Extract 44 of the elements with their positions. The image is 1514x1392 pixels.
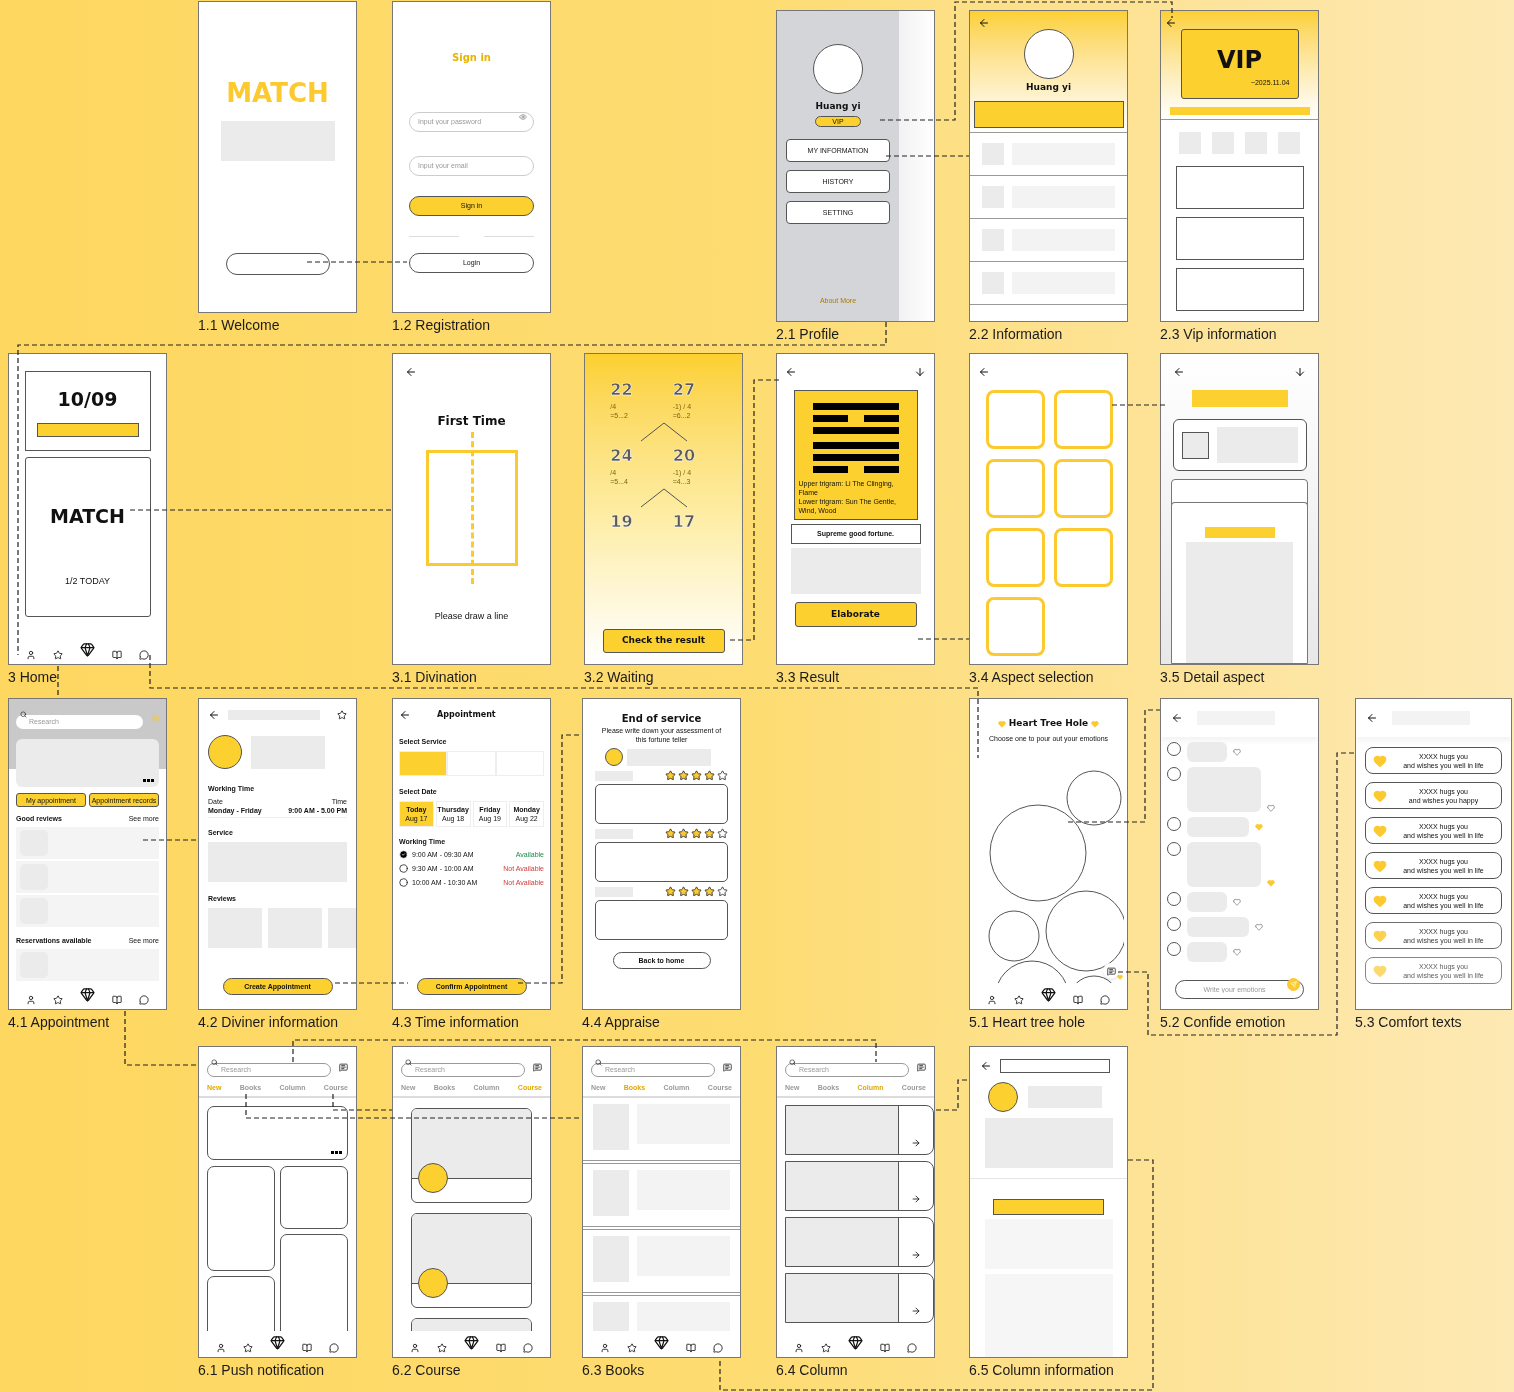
- app-logo: MATCH: [226, 77, 329, 110]
- screen-caption: 3 Home: [8, 669, 59, 685]
- screen-caption: 6.2 Course: [392, 1362, 462, 1378]
- screen-caption: 2.1 Profile: [776, 326, 841, 342]
- screen-caption: 6.4 Column: [776, 1362, 849, 1378]
- user-name: Huang yi: [1026, 81, 1071, 94]
- screen-title: Appointment: [437, 709, 496, 721]
- screen-caption: 5.2 Confide emotion: [1160, 1014, 1287, 1030]
- screen-caption: 5.3 Comfort texts: [1355, 1014, 1463, 1030]
- screen-caption: 5.1 Heart tree hole: [969, 1014, 1086, 1030]
- number: 27: [672, 379, 695, 401]
- number: 20: [672, 445, 695, 467]
- number: 24: [610, 445, 633, 467]
- screen-caption: 4.2 Diviner information: [198, 1014, 340, 1030]
- instruction-text: Please draw a line: [434, 610, 509, 623]
- screen-caption: 3.2 Waiting: [584, 669, 655, 685]
- screen-caption: 3.4 Aspect selection: [969, 669, 1095, 685]
- screen-caption: 2.2 Information: [969, 326, 1064, 342]
- check-result-button[interactable]: Check the result: [602, 629, 725, 653]
- screen-caption: 6.1 Push notification: [198, 1362, 326, 1378]
- screen-caption: 3.1 Divination: [392, 669, 478, 685]
- screen-caption: 1.2 Registration: [392, 317, 492, 333]
- number: 17: [672, 511, 695, 533]
- screen-caption: 6.5 Column information: [969, 1362, 1115, 1378]
- match-title: MATCH: [50, 504, 125, 529]
- screen-caption: 3.3 Result: [776, 669, 841, 685]
- screen-title: Heart Tree Hole: [1008, 717, 1089, 730]
- screen-title: End of service: [621, 712, 702, 726]
- screen-title: First Time: [437, 413, 506, 430]
- date-text: 10/09: [57, 386, 118, 412]
- screen-caption: 2.3 Vip information: [1160, 326, 1278, 342]
- screen-caption: 4.3 Time information: [392, 1014, 520, 1030]
- daily-count: 1/2 TODAY: [65, 574, 110, 588]
- vip-title: VIP: [1216, 44, 1263, 76]
- user-name: Huang yi: [815, 100, 861, 113]
- screen-caption: 4.4 Appraise: [582, 1014, 661, 1030]
- screen-title: Sign in: [452, 51, 491, 65]
- screen-caption: 1.1 Welcome: [198, 317, 281, 333]
- screen-caption: 4.1 Appointment: [8, 1014, 111, 1030]
- number: 22: [610, 379, 633, 401]
- elaborate-button[interactable]: Elaborate: [794, 602, 917, 627]
- screen-caption: 6.3 Books: [582, 1362, 646, 1378]
- number: 19: [610, 511, 633, 533]
- screen-caption: 3.5 Detail aspect: [1160, 669, 1266, 685]
